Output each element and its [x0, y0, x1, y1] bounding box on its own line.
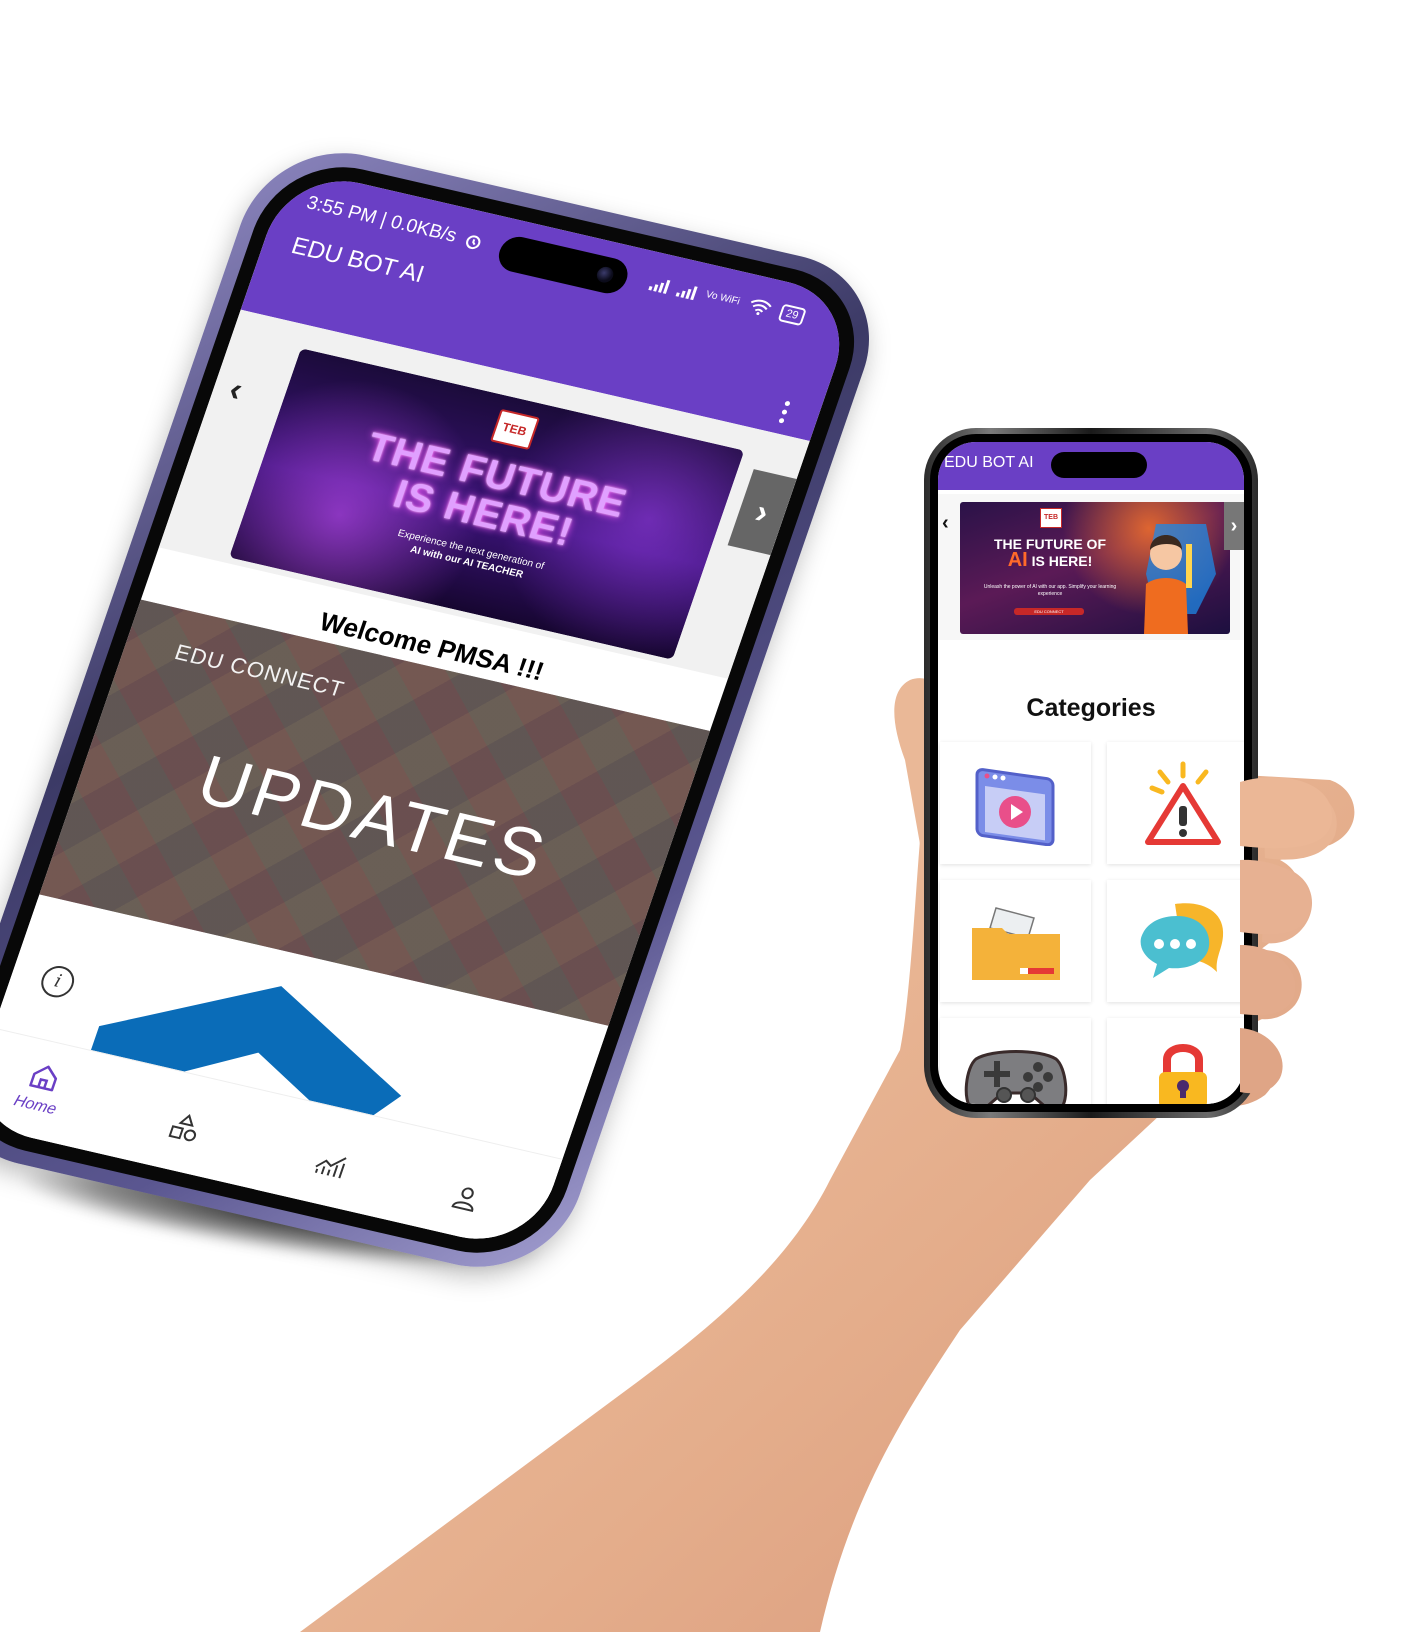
overflow-menu-icon[interactable] [777, 400, 792, 428]
nav-home-label: Home [11, 1092, 59, 1119]
chat-bubbles-icon [1140, 903, 1223, 978]
wifi-icon [746, 297, 773, 317]
category-tile-video[interactable] [940, 742, 1091, 864]
gamepad-icon [964, 1050, 1067, 1104]
category-tile-games[interactable] [940, 1018, 1091, 1104]
info-icon[interactable]: i [36, 962, 79, 1001]
category-tile-security[interactable] [1107, 1018, 1244, 1104]
alarm-icon [462, 231, 485, 252]
carousel-banner-image[interactable]: TEB THE FUTURE OF AI IS HERE! Unleash th… [960, 502, 1230, 634]
small-phone: EDU BOT AI ‹ TEB THE FUTURE OF AI IS HER… [924, 428, 1258, 1118]
carousel-prev-button[interactable]: ‹ [942, 512, 949, 535]
banner-headline-line-2: AI IS HERE! [980, 549, 1120, 571]
carousel-next-button[interactable]: › [727, 469, 797, 556]
large-phone-frame: 3:55 PM | 0.0KB/s Vo WiFi 29 EDU BOT AI … [0, 134, 896, 1286]
large-phone-screen: 3:55 PM | 0.0KB/s Vo WiFi 29 EDU BOT AI … [0, 167, 859, 1253]
teb-logo: TEB [1040, 508, 1062, 528]
large-phone-bezel: 3:55 PM | 0.0KB/s Vo WiFi 29 EDU BOT AI … [0, 150, 878, 1270]
folder-icon [971, 907, 1060, 980]
nav-item-home[interactable]: Home [0, 1054, 93, 1125]
updates-kicker: EDU CONNECT [171, 639, 348, 702]
shapes-icon [168, 1114, 197, 1142]
nav-item-profile[interactable] [416, 1176, 514, 1228]
chart-icon [314, 1157, 347, 1179]
banner-headline: THE FUTURE OF AI IS HERE! [980, 536, 1120, 571]
categories-heading: Categories [1026, 694, 1156, 722]
signal-icon [648, 275, 672, 294]
nav-item-stats[interactable] [280, 1142, 378, 1194]
battery-indicator: 29 [777, 303, 807, 327]
status-icons: Vo WiFi 29 [648, 274, 807, 327]
warning-icon [1144, 761, 1221, 845]
signal-icon-2 [675, 281, 699, 301]
video-player-icon [975, 768, 1054, 846]
carousel-prev-button[interactable]: ‹ [224, 370, 247, 410]
category-tile-documents[interactable] [940, 880, 1091, 1002]
app-title: EDU BOT AI [287, 232, 428, 289]
small-phone-bezel: EDU BOT AI ‹ TEB THE FUTURE OF AI IS HER… [930, 434, 1252, 1112]
banner-headline-ai: AI [1007, 549, 1028, 571]
dynamic-island [1051, 452, 1147, 478]
camera-icon [594, 265, 616, 285]
category-tile-chat[interactable] [1107, 880, 1244, 1002]
small-phone-frame: EDU BOT AI ‹ TEB THE FUTURE OF AI IS HER… [924, 428, 1258, 1118]
fingertips-overlay [1240, 777, 1333, 1094]
banner-carousel[interactable]: ‹ TEB THE FUTURE OF AI IS HERE! Unleash … [938, 494, 1244, 640]
teb-logo: TEB [489, 408, 540, 450]
app-title: EDU BOT AI [944, 454, 1034, 471]
banner-subtext: Unleash the power of AI with our app. Si… [983, 584, 1117, 597]
lock-icon [1158, 1044, 1207, 1104]
banner-cta-button[interactable]: EDU CONNECT [1014, 608, 1084, 615]
teacher-illustration-icon [1144, 524, 1216, 634]
vowifi-label: Vo WiFi [704, 289, 742, 308]
small-phone-screen: EDU BOT AI ‹ TEB THE FUTURE OF AI IS HER… [938, 442, 1244, 1104]
profile-icon [451, 1187, 474, 1212]
banner-headline-line-2-text: IS HERE! [1031, 553, 1093, 569]
updates-title: UPDATES [188, 740, 558, 895]
category-grid [940, 742, 1244, 1104]
home-icon [29, 1065, 58, 1092]
banner-headline-line-1: THE FUTURE OF [994, 536, 1106, 552]
large-phone: 3:55 PM | 0.0KB/s Vo WiFi 29 EDU BOT AI … [0, 134, 896, 1286]
category-tile-alerts[interactable] [1107, 742, 1244, 864]
nav-item-categories[interactable] [134, 1103, 234, 1158]
carousel-next-button[interactable]: › [1224, 502, 1244, 550]
